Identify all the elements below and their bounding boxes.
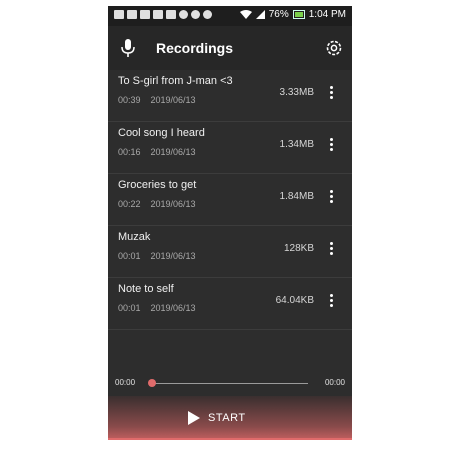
recording-meta: 00:39 2019/06/13 [118, 95, 196, 105]
more-vert-icon[interactable] [330, 138, 334, 152]
recording-date: 2019/06/13 [150, 251, 196, 261]
more-vert-icon[interactable] [330, 190, 334, 204]
calendar-notification-icon [153, 10, 163, 19]
recording-meta: 00:16 2019/06/13 [118, 147, 196, 157]
start-label: START [208, 412, 246, 424]
recording-date: 2019/06/13 [150, 147, 196, 157]
recording-size: 3.33MB [279, 87, 314, 98]
total-time: 00:00 [324, 378, 345, 387]
recording-name: To S-girl from J-man <3 [118, 75, 233, 87]
recording-name: Cool song I heard [118, 127, 205, 139]
image-notification-icon [140, 10, 150, 19]
recording-size: 128KB [283, 243, 314, 254]
gear-icon[interactable] [324, 38, 344, 58]
recording-duration: 00:16 [118, 147, 141, 157]
play-icon [188, 411, 200, 425]
recording-name: Note to self [118, 283, 174, 295]
list-item[interactable]: Cool song I heard 00:16 2019/06/13 1.34M… [108, 122, 352, 174]
elapsed-time: 00:00 [115, 378, 136, 387]
recording-duration: 00:01 [118, 303, 141, 313]
recording-duration: 00:01 [118, 251, 141, 261]
list-item[interactable]: To S-girl from J-man <3 00:39 2019/06/13… [108, 70, 352, 122]
recording-name: Muzak [118, 231, 151, 243]
chat-notification-icon [114, 10, 124, 19]
more-vert-icon[interactable] [330, 86, 334, 100]
signal-icon [255, 10, 265, 19]
system-icons: 76% 1:04 PM [239, 9, 346, 20]
clock: 1:04 PM [308, 9, 346, 20]
app-notification-icon [127, 10, 137, 19]
seek-track[interactable] [150, 383, 308, 384]
recording-size: 1.34MB [279, 139, 314, 150]
start-button[interactable]: START [188, 406, 246, 430]
recording-name: Groceries to get [118, 179, 197, 191]
more-notification-icon [203, 10, 212, 19]
notification-icons [114, 10, 212, 19]
recordings-list: To S-girl from J-man <3 00:39 2019/06/13… [108, 70, 352, 330]
seek-thumb[interactable] [148, 379, 156, 387]
recording-size: 1.84MB [279, 191, 314, 202]
list-item[interactable]: Note to self 00:01 2019/06/13 64.04KB [108, 278, 352, 330]
recording-date: 2019/06/13 [150, 303, 196, 313]
recording-meta: 00:01 2019/06/13 [118, 303, 196, 313]
update-notification-icon [191, 10, 200, 19]
app-bar: Recordings [108, 26, 352, 70]
recording-date: 2019/06/13 [150, 95, 196, 105]
media-notification-icon [166, 10, 176, 19]
page-title: Recordings [156, 40, 234, 56]
battery-icon [292, 10, 305, 19]
more-vert-icon[interactable] [330, 242, 334, 256]
status-bar: 76% 1:04 PM [108, 6, 352, 26]
battery-percent: 76% [268, 9, 289, 20]
wifi-icon [239, 10, 252, 19]
recording-size: 64.04KB [275, 295, 314, 306]
list-item[interactable]: Groceries to get 00:22 2019/06/13 1.84MB [108, 174, 352, 226]
list-item[interactable]: Muzak 00:01 2019/06/13 128KB [108, 226, 352, 278]
phone-screen: 76% 1:04 PM Recordings To S-girl from J-… [108, 6, 352, 440]
recording-date: 2019/06/13 [150, 199, 196, 209]
recording-duration: 00:22 [118, 199, 141, 209]
start-panel: START [108, 396, 352, 440]
playback-bar: 00:00 00:00 [108, 376, 352, 398]
recording-duration: 00:39 [118, 95, 141, 105]
microphone-icon[interactable] [120, 38, 136, 58]
more-vert-icon[interactable] [330, 294, 334, 308]
recording-meta: 00:01 2019/06/13 [118, 251, 196, 261]
download-notification-icon [179, 10, 188, 19]
recording-meta: 00:22 2019/06/13 [118, 199, 196, 209]
